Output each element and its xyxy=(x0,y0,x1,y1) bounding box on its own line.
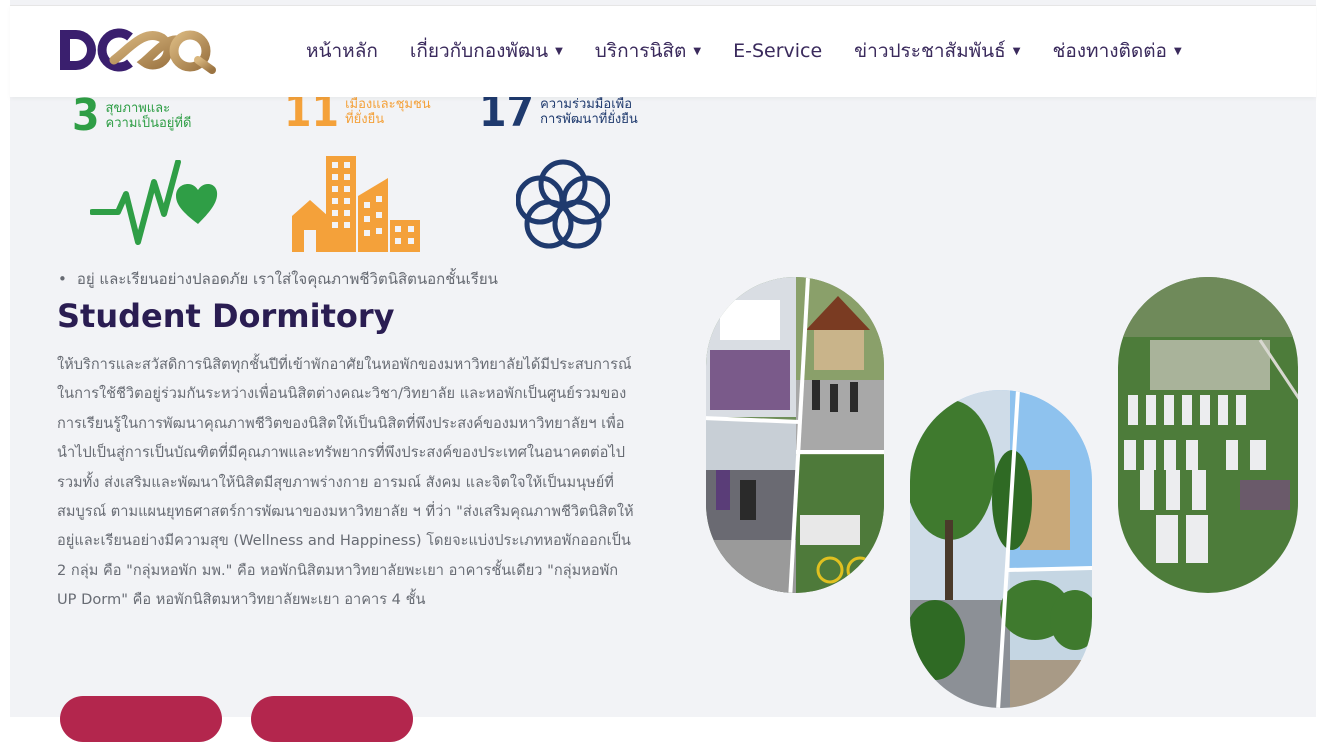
caret-down-icon: ▼ xyxy=(1012,45,1021,57)
nav-item-about[interactable]: เกี่ยวกับกองพัฒน ▼ xyxy=(410,36,563,66)
nav-item-contact[interactable]: ช่องทางติดต่อ ▼ xyxy=(1052,36,1181,66)
nav-item-student-services[interactable]: บริการนิสิต ▼ xyxy=(595,36,701,66)
photo-collage-campus-trees xyxy=(910,390,1092,708)
nav-item-home[interactable]: หน้าหลัก xyxy=(306,36,378,66)
site-logo[interactable] xyxy=(58,24,218,76)
nav-label: บริการนิสิต xyxy=(594,40,687,62)
nav-label: เกี่ยวกับกองพัฒน xyxy=(409,40,549,62)
photo-collage-students xyxy=(706,277,884,593)
nav-label: ช่องทางติดต่อ xyxy=(1052,40,1167,62)
site-header-top: หน้าหลัก เกี่ยวกับกองพัฒน ▼ บริการนิสิต ▼ … xyxy=(10,5,1316,97)
caret-down-icon: ▼ xyxy=(693,45,702,57)
nav-label: หน้าหลัก xyxy=(306,40,378,62)
photo-aerial-campus xyxy=(1118,277,1298,593)
nav-item-eservice[interactable]: E-Service xyxy=(733,36,822,66)
caret-down-icon: ▼ xyxy=(1173,45,1182,57)
main-nav: หน้าหลัก เกี่ยวกับกองพัฒน ▼ บริการนิสิต ▼ … xyxy=(306,36,1214,66)
caret-down-icon: ▼ xyxy=(555,45,563,57)
nav-label: E-Service xyxy=(733,40,823,62)
nav-label: ข่าวประชาสัมพันธ์ xyxy=(854,40,1006,62)
photo-collage xyxy=(706,277,1298,708)
nav-item-news[interactable]: ข่าวประชาสัมพันธ์ ▼ xyxy=(854,36,1020,66)
